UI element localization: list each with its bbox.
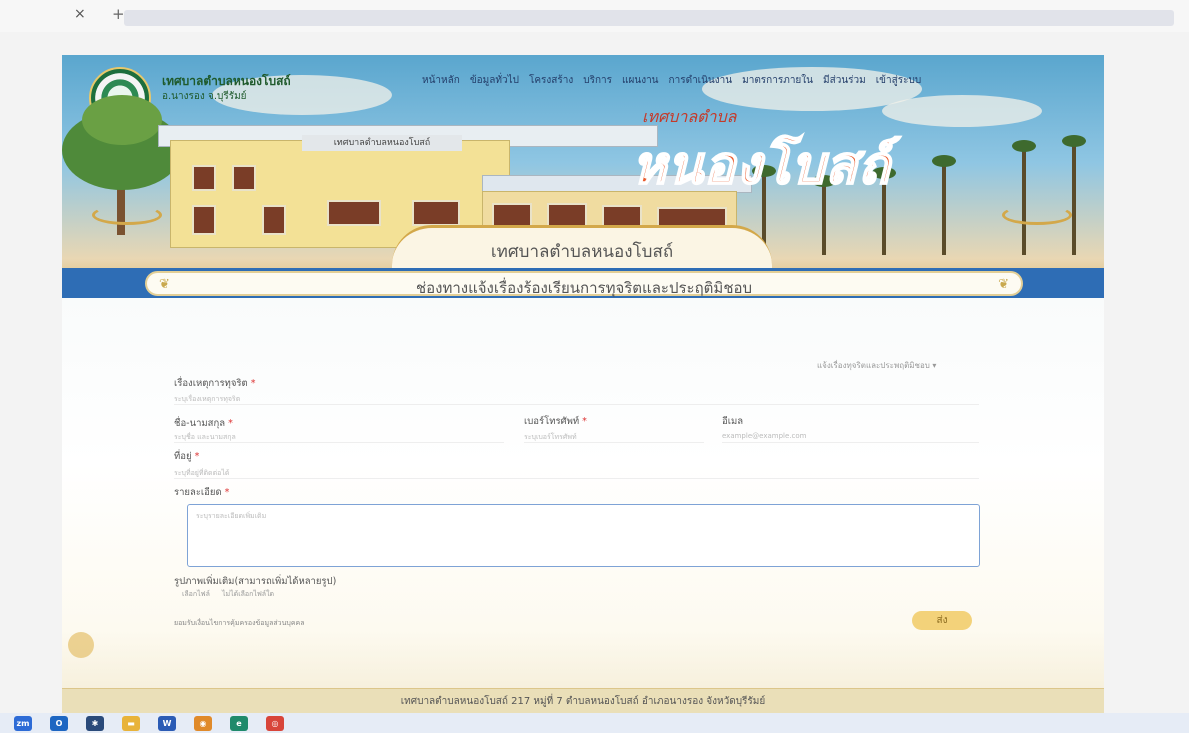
detail-label: รายละเอียด * (174, 485, 229, 500)
nav-item[interactable]: ข้อมูลทั่วไป (470, 73, 519, 88)
address-label-text: ที่อยู่ (174, 451, 192, 462)
hero-ribbon: เทศบาลตำบลหนองโบสถ์ (392, 225, 772, 271)
subject-underline (174, 404, 979, 405)
chrome-icon[interactable]: ◎ (266, 715, 284, 731)
notice-text: ช่องทางแจ้งเรื่องร้องเรียนการทุจริตและปร… (415, 279, 753, 297)
notice-banner: ❦ ช่องทางแจ้งเรื่องร้องเรียนการทุจริตและ… (145, 271, 1023, 297)
subject-label: เรื่องเหตุการทุจริต * (174, 376, 255, 391)
detail-textarea[interactable]: ระบุรายละเอียดเพิ่มเติม (187, 504, 980, 567)
detail-label-text: รายละเอียด (174, 487, 222, 498)
palm-tree-icon (932, 155, 956, 255)
no-file-text: ไม่ได้เลือกไฟล์ใด (222, 590, 275, 598)
nav-item[interactable]: แผนงาน (622, 73, 658, 88)
outlook-icon[interactable]: O (50, 715, 68, 731)
name-label-text: ชื่อ-นามสกุล (174, 418, 226, 429)
phone-label: เบอร์โทรศัพท์ * (524, 414, 587, 429)
detail-placeholder: ระบุรายละเอียดเพิ่มเติม (196, 512, 267, 520)
close-tab-icon[interactable]: × (74, 6, 86, 22)
phone-label-text: เบอร์โทรศัพท์ (524, 416, 580, 427)
email-label: อีเมล (722, 414, 743, 429)
nav-item[interactable]: มีส่วนร่วม (823, 73, 866, 88)
nav-item[interactable]: มาตรการภายใน (742, 73, 813, 88)
palm-tree-icon (1062, 135, 1086, 255)
required-mark: * (582, 416, 587, 427)
tab-bar (124, 10, 1174, 26)
category-select[interactable]: แจ้งเรื่องทุจริตและประพฤติมิชอบ ▾ (817, 359, 936, 372)
settings-icon[interactable]: ✱ (86, 715, 104, 731)
ornament-right (1002, 205, 1072, 225)
word-icon[interactable]: W (158, 715, 176, 731)
hero-banner: เทศบาลตำบลหนองโบสถ์ อ.นางรอง จ.บุรีรัมย์… (62, 55, 1104, 295)
nav-item[interactable]: หน้าหลัก (422, 73, 460, 88)
leaf-ornament-icon: ❦ (998, 277, 1009, 292)
windows-taskbar: zm O ✱ ▬ W ◉ e ◎ (0, 713, 1189, 733)
required-mark: * (194, 451, 200, 462)
building-sign: เทศบาลตำบลหนองโบสถ์ (302, 135, 462, 151)
hero-title: หนองโบสถ์ (631, 134, 891, 197)
footer: เทศบาลตำบลหนองโบสถ์ 217 หมู่ที่ 7 ตำบลหน… (62, 688, 1104, 713)
image-label: รูปภาพเพิ่มเติม(สามารถเพิ่มได้หลายรูป) (174, 576, 337, 587)
flower-ornament-icon (68, 632, 94, 658)
choose-file-button[interactable]: เลือกไฟล์ (182, 589, 210, 600)
email-input[interactable]: example@example.com (722, 432, 806, 440)
footer-address: เทศบาลตำบลหนองโบสถ์ 217 หมู่ที่ 7 ตำบลหน… (400, 696, 766, 707)
web-page: เทศบาลตำบลหนองโบสถ์ อ.นางรอง จ.บุรีรัมย์… (62, 55, 1104, 713)
send-button[interactable]: ส่ง (912, 611, 972, 630)
site-subtitle: อ.นางรอง จ.บุรีรัมย์ (162, 91, 247, 102)
consent-checkbox[interactable]: ยอมรับเงื่อนไขการคุ้มครองข้อมูลส่วนบุคคล (174, 618, 305, 629)
file-explorer-icon[interactable]: ▬ (122, 715, 140, 731)
edge-icon[interactable]: e (230, 715, 248, 731)
ribbon-text: เทศบาลตำบลหนองโบสถ์ (490, 242, 674, 262)
palm-tree-icon (1012, 140, 1036, 255)
app-icon[interactable]: ◉ (194, 715, 212, 731)
required-mark: * (224, 487, 230, 498)
browser-tab-strip: × + (0, 0, 1189, 32)
top-navigation: หน้าหลัก ข้อมูลทั่วไป โครงสร้าง บริการ แ… (422, 73, 921, 88)
address-label: ที่อยู่ * (174, 449, 199, 464)
zoom-icon[interactable]: zm (14, 715, 32, 731)
name-label: ชื่อ-นามสกุล * (174, 416, 233, 431)
nav-item[interactable]: บริการ (583, 73, 612, 88)
tree-icon (82, 95, 162, 145)
subject-label-text: เรื่องเหตุการทุจริต (174, 378, 248, 389)
email-label-text: อีเมล (722, 416, 744, 427)
nav-item[interactable]: โครงสร้าง (529, 73, 573, 88)
required-mark: * (250, 378, 256, 389)
ornament-left (92, 205, 162, 225)
nav-item-login[interactable]: เข้าสู่ระบบ (876, 73, 921, 88)
required-mark: * (228, 418, 233, 429)
new-tab-icon[interactable]: + (112, 5, 125, 23)
nav-item[interactable]: การดำเนินงาน (669, 73, 733, 88)
